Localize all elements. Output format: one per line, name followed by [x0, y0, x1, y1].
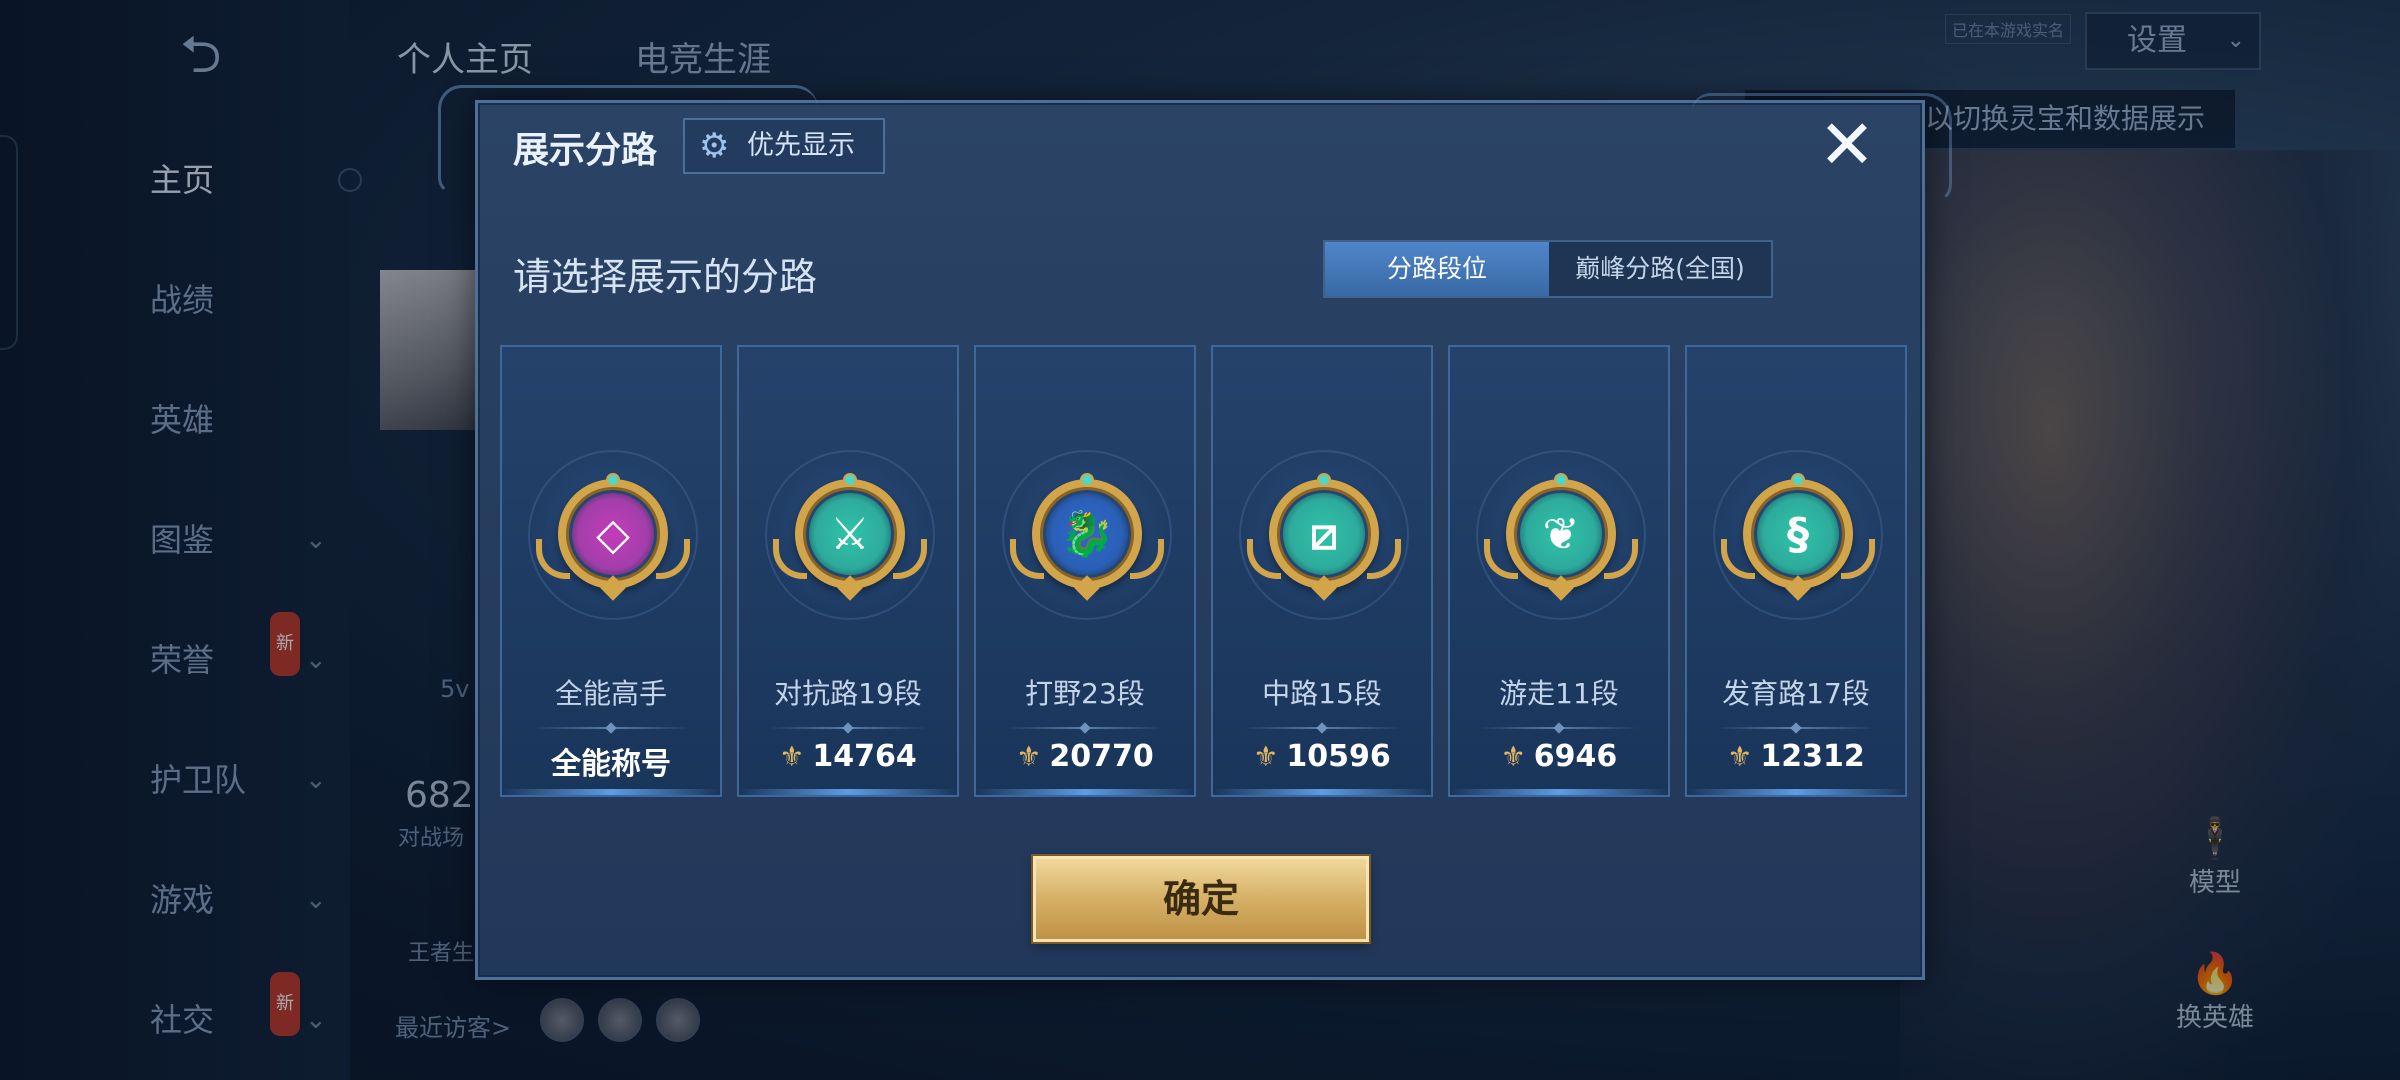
lane-score: ⚜ 10596 [1213, 739, 1431, 774]
divider [532, 727, 690, 729]
lane-card[interactable]: § 发育路17段 ⚜ 12312 [1685, 345, 1907, 797]
lane-score: ⚜ 12312 [1687, 739, 1905, 774]
lane-card[interactable]: ⧄ 中路15段 ⚜ 10596 [1211, 345, 1433, 797]
badge-symbol: ⚔ [809, 493, 891, 575]
lane-score-value: 14764 [812, 739, 917, 774]
dialog-subtitle: 请选择展示的分路 [513, 255, 818, 299]
mid-lane-badge-icon: ⧄ [1247, 473, 1401, 601]
badge-gem [843, 473, 857, 487]
badge-gem [1554, 473, 1568, 487]
badge-symbol: ⧄ [1283, 493, 1365, 575]
lane-score: ⚜ 14764 [739, 739, 957, 774]
lane-card[interactable]: 🐉 打野23段 ⚜ 20770 [974, 345, 1196, 797]
lane-score-value: 全能称号 [551, 747, 671, 782]
divider [769, 727, 927, 729]
close-icon[interactable]: ✕ [1812, 111, 1882, 181]
lane-score: ⚜ 20770 [976, 739, 1194, 774]
badge-symbol: 🐉 [1046, 493, 1128, 575]
lane-display-dialog: 展示分路 ⚙ 优先显示 ✕ 请选择展示的分路 分路段位 巅峰分路(全国) ◇ 全能… [438, 85, 1952, 980]
points-icon: ⚜ [1016, 740, 1042, 773]
badge-symbol: § [1757, 493, 1839, 575]
farm-lane-badge-icon: § [1721, 473, 1875, 601]
points-icon: ⚜ [1727, 740, 1753, 773]
points-icon: ⚜ [1500, 740, 1526, 773]
badge-gem [606, 473, 620, 487]
clash-lane-badge-icon: ⚔ [773, 473, 927, 601]
lane-score-value: 6946 [1533, 739, 1618, 774]
divider [1006, 727, 1164, 729]
lane-score-value: 20770 [1049, 739, 1154, 774]
lane-score: ⚜ 6946 [1450, 739, 1668, 774]
lane-score-value: 12312 [1760, 739, 1865, 774]
tab-peak-lane-national[interactable]: 巅峰分路(全国) [1549, 242, 1771, 296]
points-icon: ⚜ [779, 740, 805, 773]
roam-badge-icon: ❦ [1484, 473, 1638, 601]
all-round-badge-icon: ◇ [536, 473, 690, 601]
dialog-title: 展示分路 [513, 130, 658, 171]
confirm-button[interactable]: 确定 [1033, 856, 1369, 942]
badge-gem [1791, 473, 1805, 487]
lane-label: 打野23段 [1025, 677, 1145, 710]
badge-symbol: ◇ [572, 493, 654, 575]
gear-icon: ⚙ [699, 126, 730, 166]
lane-card-list: ◇ 全能高手 全能称号 ⚔ 对抗路19段 ⚜ 14764 🐉 打野23段 ⚜ 20770 ⧄ 中路15段… [500, 345, 1907, 797]
priority-display-button[interactable]: ⚙ 优先显示 [683, 118, 885, 174]
divider [1480, 727, 1638, 729]
lane-label: 发育路17段 [1722, 677, 1870, 710]
lane-card[interactable]: ❦ 游走11段 ⚜ 6946 [1448, 345, 1670, 797]
badge-gem [1317, 473, 1331, 487]
lane-score: 全能称号 [502, 739, 720, 783]
lane-label: 游走11段 [1499, 677, 1619, 710]
lane-label: 全能高手 [554, 677, 667, 710]
lane-card[interactable]: ⚔ 对抗路19段 ⚜ 14764 [737, 345, 959, 797]
lane-label: 对抗路19段 [774, 677, 922, 710]
points-icon: ⚜ [1253, 740, 1279, 773]
jungle-badge-icon: 🐉 [1010, 473, 1164, 601]
lane-card[interactable]: ◇ 全能高手全能称号 [500, 345, 722, 797]
badge-symbol: ❦ [1520, 493, 1602, 575]
divider [1717, 727, 1875, 729]
segment-control: 分路段位 巅峰分路(全国) [1323, 240, 1773, 298]
badge-gem [1080, 473, 1094, 487]
priority-display-label: 优先显示 [747, 130, 855, 161]
tab-lane-rank[interactable]: 分路段位 [1325, 242, 1549, 296]
lane-label: 中路15段 [1262, 677, 1382, 710]
lane-score-value: 10596 [1286, 739, 1391, 774]
divider [1243, 727, 1401, 729]
